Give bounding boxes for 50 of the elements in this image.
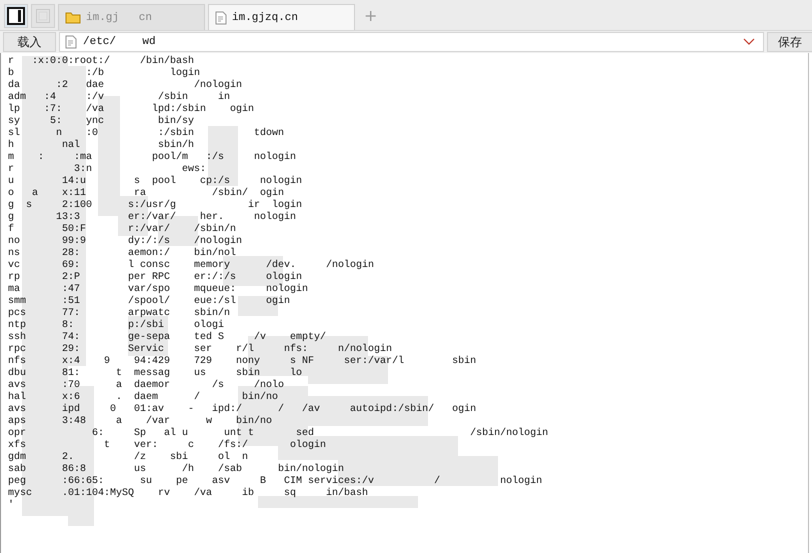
text-line: ntp 8: p:/sbi ologi <box>8 320 224 332</box>
text-line: mysc .01:104:MySQ rv /va ib sq in/bash <box>8 488 368 500</box>
text-line: xfs t ver: c /fs:/ ologin <box>8 440 326 452</box>
text-line: o a x:11 ra /sbin/ ogin <box>8 188 284 200</box>
text-line: b :/b login <box>8 68 200 80</box>
save-button[interactable]: 保存 <box>767 32 812 52</box>
text-line: ' <box>8 500 14 512</box>
panel-toggle-button[interactable] <box>4 4 28 28</box>
folder-icon <box>65 11 81 24</box>
window-icon <box>35 8 51 24</box>
path-field[interactable]: /etc/ wd <box>59 32 764 52</box>
text-line: pcs 77: arpwatc sbin/n <box>8 308 230 320</box>
text-line: m : :ma pool/m :/s nologin <box>8 152 296 164</box>
text-line: r 3:n ews: <box>8 164 206 176</box>
text-line: rp 2:P per RPC er:/:/s ologin <box>8 272 302 284</box>
text-line: no 99:9 dy:/:/s /nologin <box>8 236 242 248</box>
text-line: sl n :0 :/sbin tdown <box>8 128 284 140</box>
text-line: lp :7: /va lpd:/sbin ogin <box>8 104 254 116</box>
text-line: ssh 74: ge-sepa ted S /v empty/ <box>8 332 326 344</box>
text-line: adm :4 :/v /sbin in <box>8 92 230 104</box>
text-line: g 13:3 er:/var/ her. nologin <box>8 212 296 224</box>
text-line: avs ipd 0 01:av - ipd:/ / /av autoipd:/sbin/ ogin <box>8 404 476 416</box>
text-line: h nal sbin/h <box>8 140 194 152</box>
text-line: nfs x:4 9 94:429 729 nony s NF ser:/var/l sbin <box>8 356 476 368</box>
panel-icon <box>7 7 25 25</box>
text-line: hal x:6 . daem / bin/no <box>8 392 278 404</box>
text-line: opr 6: Sp al u unt t sed /sbin/nologin <box>8 428 548 440</box>
load-button[interactable]: 载入 <box>3 32 56 52</box>
dropdown-caret-icon[interactable] <box>743 38 755 46</box>
text-line: ns 28: aemon:/ bin/nol <box>8 248 236 260</box>
text-line: ma :47 var/spo mqueue: nologin <box>8 284 308 296</box>
text-line: avs :70 a daemor /s /nolo <box>8 380 284 392</box>
text-line: u 14:u s pool cp:/s nologin <box>8 176 302 188</box>
text-line: sy 5: ync bin/sy <box>8 116 194 128</box>
tab[interactable]: im.gjzq.cn <box>208 4 355 30</box>
text-line: peg :66:65: su pe asv B CIM services:/v / nologin <box>8 476 542 488</box>
text-line: f 50:F r:/var/ /sbin/n <box>8 224 236 236</box>
text-line: aps 3:48 a /var w bin/no <box>8 416 272 428</box>
text-line: r :x:0:0:root:/ /bin/bash <box>8 56 194 68</box>
text-line: da :2 dae /nologin <box>8 80 242 92</box>
text-editor[interactable] <box>0 53 809 553</box>
text-line: gdm 2. /z sbi ol n <box>8 452 248 464</box>
document-icon <box>215 10 227 24</box>
text-line: smm :51 /spool/ eue:/sl ogin <box>8 296 290 308</box>
text-line: rpc 29: Servic ser r/l nfs: n/nologin <box>8 344 392 356</box>
text-line: sab 86:8 us /h /sab bin/nologin <box>8 464 344 476</box>
text-line: dbu 81: t messag us sbin lo <box>8 368 302 380</box>
text-line: g s 2:100 s:/usr/g ir login <box>8 200 302 212</box>
document-icon <box>65 35 77 49</box>
text-line: vc 69: l consc memory /dev. /nologin <box>8 260 374 272</box>
